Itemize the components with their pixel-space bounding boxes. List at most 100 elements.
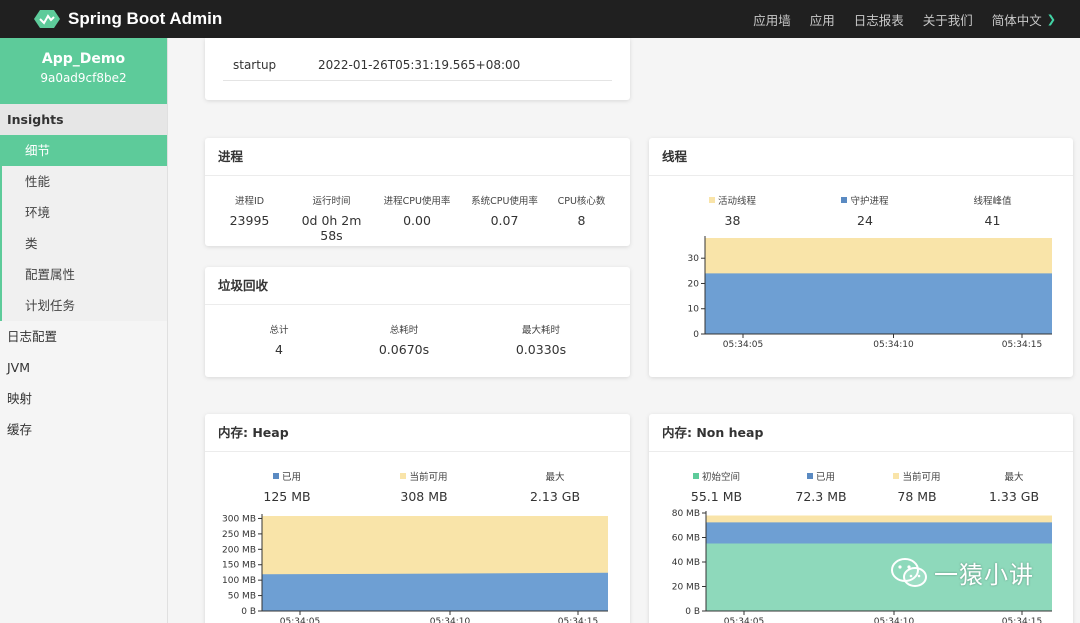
stat-heap-max: 最大 2.13 GB	[497, 469, 613, 504]
nav-about[interactable]: 关于我们	[923, 10, 973, 29]
stat-label: 运行时间	[312, 196, 351, 207]
nonheap-card-title: 内存: Non heap	[649, 414, 1073, 452]
stat-value: 0.07	[490, 213, 519, 228]
sidebar-item-details[interactable]: 细节	[0, 135, 167, 166]
stat-value: 8	[577, 213, 586, 228]
legend-swatch	[272, 473, 279, 479]
stat-label: 系统CPU使用率	[471, 196, 538, 207]
stat-value: 0d 0h 2m 58s	[301, 213, 362, 243]
stat-value: 0.00	[403, 213, 431, 228]
y-tick-label: 0	[693, 330, 699, 340]
logo[interactable]: Spring Boot Admin	[34, 9, 222, 29]
area-守护进程	[705, 273, 1052, 334]
stat-value: 308 MB	[400, 489, 448, 504]
stat-value: 78 MB	[897, 489, 937, 504]
stat-value: 23995	[229, 213, 270, 228]
threads-card: 线程 活动线程 38 守护进程 24 线程峰值 41 0 10 20 30 05:34:…	[649, 138, 1073, 377]
y-tick-label: 250 MB	[222, 530, 256, 540]
stat-label: 最大耗时	[521, 325, 560, 336]
stat-cpu-cores: CPU核心数 8	[544, 193, 619, 243]
stat-uptime: 运行时间 0d 0h 2m 58s	[294, 193, 369, 243]
stat-peak-threads: 线程峰值 41	[935, 193, 1050, 228]
process-card: 进程 进程ID 23995 运行时间 0d 0h 2m 58s 进程CPU使用率…	[205, 138, 630, 246]
stat-process-cpu: 进程CPU使用率 0.00	[369, 193, 465, 243]
stat-label: 已用	[815, 472, 835, 483]
sidebar-item-scheduled-tasks[interactable]: 计划任务	[0, 290, 167, 321]
stat-value: 55.1 MB	[690, 489, 743, 504]
stat-pid: 进程ID 23995	[205, 193, 294, 243]
y-tick-label: 40 MB	[672, 558, 700, 568]
heap-chart: 0 B 50 MB 100 MB 150 MB 200 MB 250 MB 300 MB 05…	[222, 514, 608, 623]
app-instance-id: 9a0ad9cf8be2	[40, 71, 127, 85]
x-tick-label: 05:34:15	[558, 617, 598, 623]
y-tick-label: 0 B	[685, 607, 700, 617]
sidebar-item-environment[interactable]: 环境	[0, 197, 167, 228]
threads-chart: 0 10 20 30 05:34:05 05:34:10 05:34:15	[688, 236, 1052, 350]
y-tick-label: 200 MB	[222, 545, 256, 555]
brand-title: Spring Boot Admin	[68, 9, 223, 28]
nav-log-reports[interactable]: 日志报表	[854, 10, 904, 29]
nav-applications-wall[interactable]: 应用墙	[753, 10, 791, 29]
stat-nonheap-committed: 当前可用 78 MB	[868, 469, 966, 504]
heap-card: 内存: Heap 已用 125 MB 当前可用 308 MB 最大 2.13 G…	[205, 414, 630, 623]
area-已用	[262, 572, 608, 611]
nav-applications[interactable]: 应用	[810, 10, 835, 29]
stat-nonheap-used: 已用 72.3 MB	[774, 469, 868, 504]
stat-label: 最大	[545, 472, 565, 483]
stat-label: 初始空间	[701, 472, 740, 483]
x-tick-label: 05:34:05	[723, 340, 763, 350]
gc-card-title: 垃圾回收	[205, 267, 630, 305]
watermark: 一猿小讲	[890, 555, 1034, 590]
x-tick-label: 05:34:05	[724, 617, 764, 623]
sidebar-item-caches[interactable]: 缓存	[0, 414, 167, 445]
y-tick-label: 0 B	[241, 607, 256, 617]
sidebar-item-mappings[interactable]: 映射	[0, 383, 167, 414]
chevron-down-icon[interactable]: ❯	[1047, 13, 1056, 26]
y-tick-label: 20	[688, 279, 700, 289]
stat-value: 0.0330s	[515, 342, 567, 357]
app-name: App_Demo	[41, 51, 126, 67]
x-tick-label: 05:34:10	[430, 617, 471, 623]
stat-gc-total-time: 总耗时 0.0670s	[353, 322, 455, 357]
stat-nonheap-max: 最大 1.33 GB	[966, 469, 1062, 504]
legend-swatch	[806, 473, 813, 479]
nonheap-stats: 初始空间 55.1 MB 已用 72.3 MB 当前可用 78 MB 最大 1.…	[649, 452, 1073, 504]
sidebar-item-metrics[interactable]: 性能	[0, 166, 167, 197]
wechat-icon	[891, 557, 927, 587]
stat-value: 125 MB	[263, 489, 311, 504]
sidebar-item-config-props[interactable]: 配置属性	[0, 259, 167, 290]
stat-label: 进程CPU使用率	[383, 196, 451, 207]
legend-swatch	[692, 473, 699, 479]
sidebar-item-loggers[interactable]: 日志配置	[0, 321, 167, 352]
stat-system-cpu: 系统CPU使用率 0.07	[465, 193, 544, 243]
process-stats: 进程ID 23995 运行时间 0d 0h 2m 58s 进程CPU使用率 0.…	[205, 176, 630, 243]
stat-nonheap-init: 初始空间 55.1 MB	[659, 469, 774, 504]
language-select[interactable]: 简体中文	[992, 10, 1042, 29]
legend-swatch	[893, 473, 900, 479]
stat-value: 4	[275, 342, 283, 357]
y-tick-label: 80 MB	[672, 509, 700, 519]
top-nav: 应用墙 应用 日志报表 关于我们 简体中文 ❯	[734, 0, 1056, 38]
y-tick-label: 300 MB	[222, 514, 256, 524]
y-tick-label: 50 MB	[228, 592, 256, 602]
legend-swatch	[841, 197, 848, 203]
y-tick-label: 60 MB	[672, 534, 700, 544]
stat-value: 38	[724, 213, 741, 228]
startup-row: startup 2022-01-26T05:31:19.565+08:00	[223, 51, 612, 81]
x-tick-label: 05:34:10	[874, 617, 915, 623]
sidebar-section-insights[interactable]: Insights	[0, 104, 167, 135]
stat-daemon-threads: 守护进程 24	[795, 193, 935, 228]
stat-label: 线程峰值	[973, 196, 1012, 207]
app-header: App_Demo 9a0ad9cf8be2	[0, 38, 167, 104]
y-tick-label: 30	[688, 254, 700, 264]
sidebar-item-beans[interactable]: 类	[0, 228, 167, 259]
x-tick-label: 05:34:15	[1002, 340, 1042, 350]
y-tick-label: 150 MB	[222, 561, 256, 571]
info-card: startup 2022-01-26T05:31:19.565+08:00	[205, 38, 630, 100]
threads-card-title: 线程	[649, 138, 1073, 176]
x-tick-label: 05:34:15	[1002, 617, 1042, 623]
stat-value: 0.0670s	[378, 342, 430, 357]
spring-boot-logo-icon	[34, 10, 60, 28]
sidebar-item-jvm[interactable]: JVM	[0, 352, 167, 383]
stat-label: 已用	[281, 472, 301, 483]
